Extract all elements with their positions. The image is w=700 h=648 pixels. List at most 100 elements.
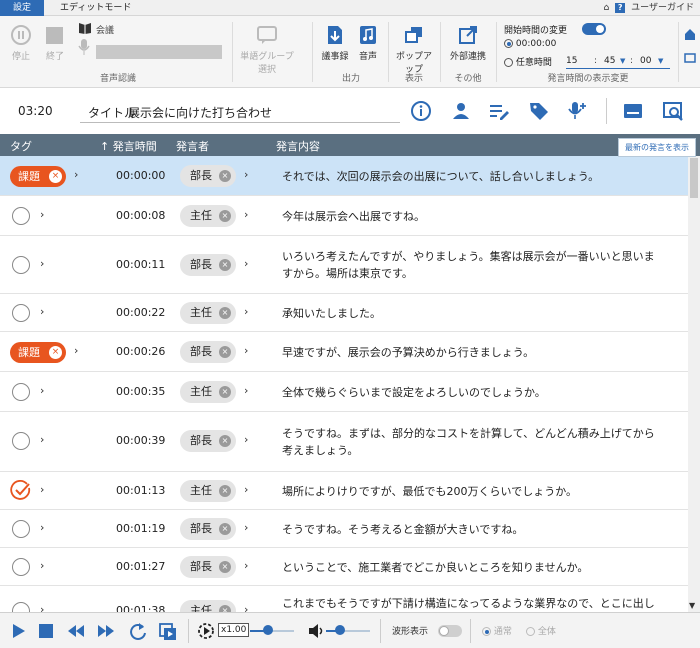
scrollbar-thumb[interactable] [690,158,698,198]
utterance-text[interactable]: ということで、施工業者でどこか良いところを知りませんか。 [282,559,662,576]
vertical-scrollbar[interactable]: ▼ [688,156,700,612]
table-row[interactable]: › 00:01:38 主任 × › これまでもそうですが下請け構造になってるような… [0,586,688,612]
scroll-down-icon[interactable]: ▼ [689,601,695,610]
tag-icon[interactable] [528,100,550,122]
header-tag[interactable]: タグ [10,138,32,154]
tab-settings[interactable]: 設定 [0,0,44,16]
playlist-icon[interactable] [158,621,178,641]
replay-icon[interactable] [128,621,148,641]
table-row[interactable]: › 00:01:19 部長 × › そうですね。そう考えると金額が大きいですね。 [0,510,688,548]
expand-chevron-icon[interactable]: › [40,559,44,572]
end-button[interactable]: 終了 [42,24,68,62]
subtitle-icon[interactable] [622,100,644,122]
header-time[interactable]: ↑ 発言時間 [100,138,157,154]
speaker-badge[interactable]: 部長 × [180,165,236,187]
expand-chevron-icon[interactable]: › [40,208,44,221]
audio-output-button[interactable]: 音声 [354,24,382,62]
utterance-text[interactable]: 全体で幾らぐらいまで設定をよろしいのでしょうか。 [282,384,662,401]
remove-speaker-icon[interactable]: × [219,523,231,535]
help-icon[interactable]: ? [615,3,626,13]
tag-empty-circle-icon[interactable] [12,207,30,225]
search-screen-icon[interactable] [662,100,684,122]
volume-icon[interactable] [306,621,326,641]
remove-tag-icon[interactable]: × [49,346,62,359]
speaker-chevron-icon[interactable]: › [244,384,248,397]
start-time-toggle[interactable] [582,23,606,35]
ribbon-more-icons[interactable] [682,26,696,66]
tag-empty-circle-icon[interactable] [12,304,30,322]
volume-slider-knob[interactable] [335,625,345,635]
expand-chevron-icon[interactable]: › [40,257,44,270]
speaker-chevron-icon[interactable]: › [244,559,248,572]
title-input[interactable]: 展示会に向けた打ち合わせ [128,104,272,121]
remove-speaker-icon[interactable]: × [219,259,231,271]
speaker-chevron-icon[interactable]: › [244,433,248,446]
expand-chevron-icon[interactable]: › [40,433,44,446]
speaker-chevron-icon[interactable]: › [244,168,248,181]
rewind-icon[interactable] [66,621,86,641]
radio-arbitrary-time[interactable]: 任意時間 [504,55,552,68]
remove-tag-icon[interactable]: × [49,170,62,183]
speaker-badge[interactable]: 部長 × [180,254,236,276]
check-circle-icon[interactable] [10,480,32,502]
show-latest-button[interactable]: 最新の発言を表示 [618,138,696,157]
speaker-chevron-icon[interactable]: › [244,257,248,270]
minute-dropdown-icon[interactable]: ▼ [620,57,625,65]
second-dropdown-icon[interactable]: ▼ [658,57,663,65]
speaker-chevron-icon[interactable]: › [244,603,248,612]
speaker-badge[interactable]: 主任 × [180,600,236,612]
minute-field[interactable]: 45 [604,56,615,66]
tag-empty-circle-icon[interactable] [12,383,30,401]
remove-speaker-icon[interactable]: × [219,435,231,447]
speaker-badge[interactable]: 部長 × [180,518,236,540]
utterance-text[interactable]: そうですね。まずは、部分的なコストを計算して、どんどん積み上げてから考えましょう… [282,425,662,459]
speed-slider-knob[interactable] [263,625,273,635]
stop-button[interactable]: 停止 [8,24,34,62]
home-icon[interactable]: ⌂ [603,0,609,16]
utterance-text[interactable]: いろいろ考えたんですが、やりましょう。集客は展示会が一番いいと思いますから。場所… [282,248,662,282]
person-icon[interactable] [450,100,472,122]
utterance-text[interactable]: 早速ですが、展示会の予算決めから行きましょう。 [282,344,662,361]
speaker-chevron-icon[interactable]: › [244,521,248,534]
speaker-badge[interactable]: 部長 × [180,341,236,363]
utterance-text[interactable]: そうですね。そう考えると金額が大きいですね。 [282,521,662,538]
remove-speaker-icon[interactable]: × [219,605,231,612]
play-icon[interactable] [8,621,28,641]
remove-speaker-icon[interactable]: × [219,386,231,398]
edit-list-icon[interactable] [488,100,510,122]
table-row[interactable]: › 00:00:11 部長 × › いろいろ考えたんですが、やりましょう。集客は展… [0,236,688,294]
speaker-chevron-icon[interactable]: › [244,208,248,221]
word-group-select-button[interactable]: 単語グループ選択 [236,24,298,75]
popup-button[interactable]: ポップアップ [392,24,436,75]
remove-speaker-icon[interactable]: × [219,485,231,497]
speaker-badge[interactable]: 主任 × [180,205,236,227]
speaker-badge[interactable]: 主任 × [180,381,236,403]
hour-field[interactable]: 15 [566,56,577,66]
waveform-toggle[interactable] [438,625,462,637]
utterance-text[interactable]: 承知いたしました。 [282,305,662,322]
tag-badge[interactable]: 課題 × [10,166,66,187]
table-row[interactable]: › 00:00:39 部長 × › そうですね。まずは、部分的なコストを計算して、… [0,412,688,472]
expand-chevron-icon[interactable]: › [40,603,44,612]
tag-empty-circle-icon[interactable] [12,432,30,450]
utterance-text[interactable]: それでは、次回の展示会の出展について、話し合いしましょう。 [282,168,662,185]
remove-speaker-icon[interactable]: × [219,346,231,358]
expand-chevron-icon[interactable]: › [40,521,44,534]
tab-edit-mode[interactable]: エディットモード [52,0,139,16]
table-row[interactable]: › 00:00:35 主任 × › 全体で幾らぐらいまで設定をよろしいのでしょうか… [0,372,688,412]
tag-empty-circle-icon[interactable] [12,520,30,538]
expand-chevron-icon[interactable]: › [74,168,78,181]
expand-chevron-icon[interactable]: › [40,483,44,496]
tag-empty-circle-icon[interactable] [12,602,30,612]
speaker-badge[interactable]: 主任 × [180,302,236,324]
table-row[interactable]: › 00:01:27 部長 × › ということで、施工業者でどこか良いところを知り… [0,548,688,586]
expand-chevron-icon[interactable]: › [40,305,44,318]
radio-all[interactable]: 全体 [526,624,556,637]
table-row[interactable]: › 00:00:22 主任 × › 承知いたしました。 [0,294,688,332]
fast-forward-icon[interactable] [96,621,116,641]
remove-speaker-icon[interactable]: × [219,307,231,319]
mic-add-icon[interactable] [566,100,588,122]
table-row[interactable]: 課題 × › 00:00:00 部長 × › それでは、次回の展示会の出展について、… [0,156,688,196]
speaker-badge[interactable]: 部長 × [180,430,236,452]
external-link-button[interactable]: 外部連携 [444,24,492,62]
